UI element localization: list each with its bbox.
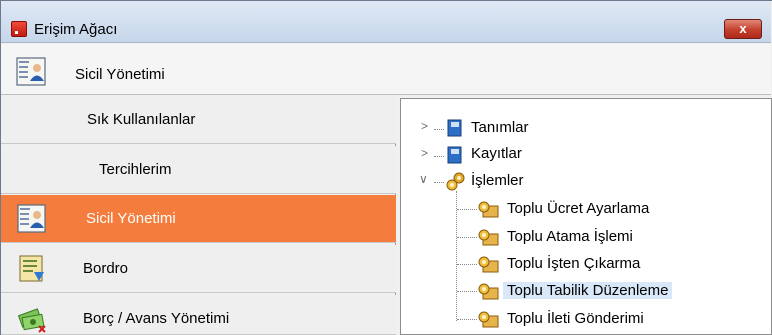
tree-connector xyxy=(456,191,457,321)
tree-node-bulk-affiliation-edit[interactable]: Toplu Tabilik Düzenleme xyxy=(503,281,673,301)
tree-node-definitions[interactable]: Tanımlar xyxy=(471,118,529,138)
tree-node-bulk-assignment[interactable]: Toplu Atama İşlemi xyxy=(507,227,633,247)
tree-connector xyxy=(434,182,444,183)
tree-connector xyxy=(457,264,477,265)
tree-node-bulk-termination[interactable]: Toplu İşten Çıkarma xyxy=(507,254,640,274)
tree-connector xyxy=(434,156,444,157)
navigation-panel: Sık Kullanılanlar Tercihlerim Sicil Yöne… xyxy=(1,96,396,335)
tree-node-records[interactable]: Kayıtlar xyxy=(471,144,522,164)
book-icon xyxy=(447,146,462,164)
tree-connector xyxy=(457,209,477,210)
nav-item-label: Tercihlerim xyxy=(99,161,172,178)
tree-node-label: Toplu Ücret Ayarlama xyxy=(507,200,650,217)
gears-icon xyxy=(446,172,465,191)
gear-box-icon xyxy=(478,311,499,328)
tree-connector xyxy=(434,129,444,130)
nav-item-label: Sık Kullanılanlar xyxy=(87,111,196,128)
tree-node-bulk-messaging[interactable]: Toplu İleti Gönderimi xyxy=(507,309,644,329)
tree-connector xyxy=(457,319,477,320)
tree-node-label: Toplu İşten Çıkarma xyxy=(507,255,641,272)
app-icon xyxy=(11,21,27,37)
nav-item-label: Sicil Yönetimi xyxy=(86,210,176,227)
payroll-book-icon xyxy=(19,255,44,282)
collapse-icon[interactable]: ∨ xyxy=(419,172,428,186)
module-title: Sicil Yönetimi xyxy=(75,66,165,83)
tree-node-bulk-wage-adjustment[interactable]: Toplu Ücret Ayarlama xyxy=(507,199,649,219)
tree-node-operations[interactable]: İşlemler xyxy=(471,171,524,191)
expand-icon[interactable]: > xyxy=(421,146,428,160)
tree-connector xyxy=(457,237,477,238)
tree-connector xyxy=(457,291,477,292)
close-button[interactable]: x xyxy=(724,19,762,39)
tree-node-label: Toplu Tabilik Düzenleme xyxy=(503,282,673,299)
gear-box-icon xyxy=(478,229,499,246)
nav-item-favorites[interactable]: Sık Kullanılanlar xyxy=(1,96,396,144)
nav-item-label: Bordro xyxy=(83,260,129,277)
nav-item-personnel-management[interactable]: Sicil Yönetimi xyxy=(1,195,396,243)
nav-item-label: Borç / Avans Yönetimi xyxy=(83,310,230,327)
money-icon xyxy=(17,308,46,333)
gear-box-icon xyxy=(478,256,499,273)
expand-icon[interactable]: > xyxy=(421,119,428,133)
nav-item-payroll[interactable]: Bordro xyxy=(1,245,396,293)
tree-node-label: Toplu Atama İşlemi xyxy=(507,228,633,245)
tree-node-label: Kayıtlar xyxy=(471,145,522,162)
nav-item-preferences[interactable]: Tercihlerim xyxy=(1,146,396,194)
access-tree[interactable]: > Tanımlar > Kayıtlar ∨ İşlemler Toplu Ü… xyxy=(400,98,772,335)
tree-node-label: Tanımlar xyxy=(471,119,529,136)
book-icon xyxy=(447,119,462,137)
id-card-icon xyxy=(16,57,46,86)
window-title: Erişim Ağacı xyxy=(34,21,118,38)
tree-node-label: İşlemler xyxy=(471,172,524,189)
gear-box-icon xyxy=(478,201,499,218)
tree-node-label: Toplu İleti Gönderimi xyxy=(507,310,644,327)
id-card-icon xyxy=(17,204,46,233)
gear-box-icon xyxy=(478,283,499,300)
nav-item-debt-advance[interactable]: Borç / Avans Yönetimi xyxy=(1,295,396,335)
